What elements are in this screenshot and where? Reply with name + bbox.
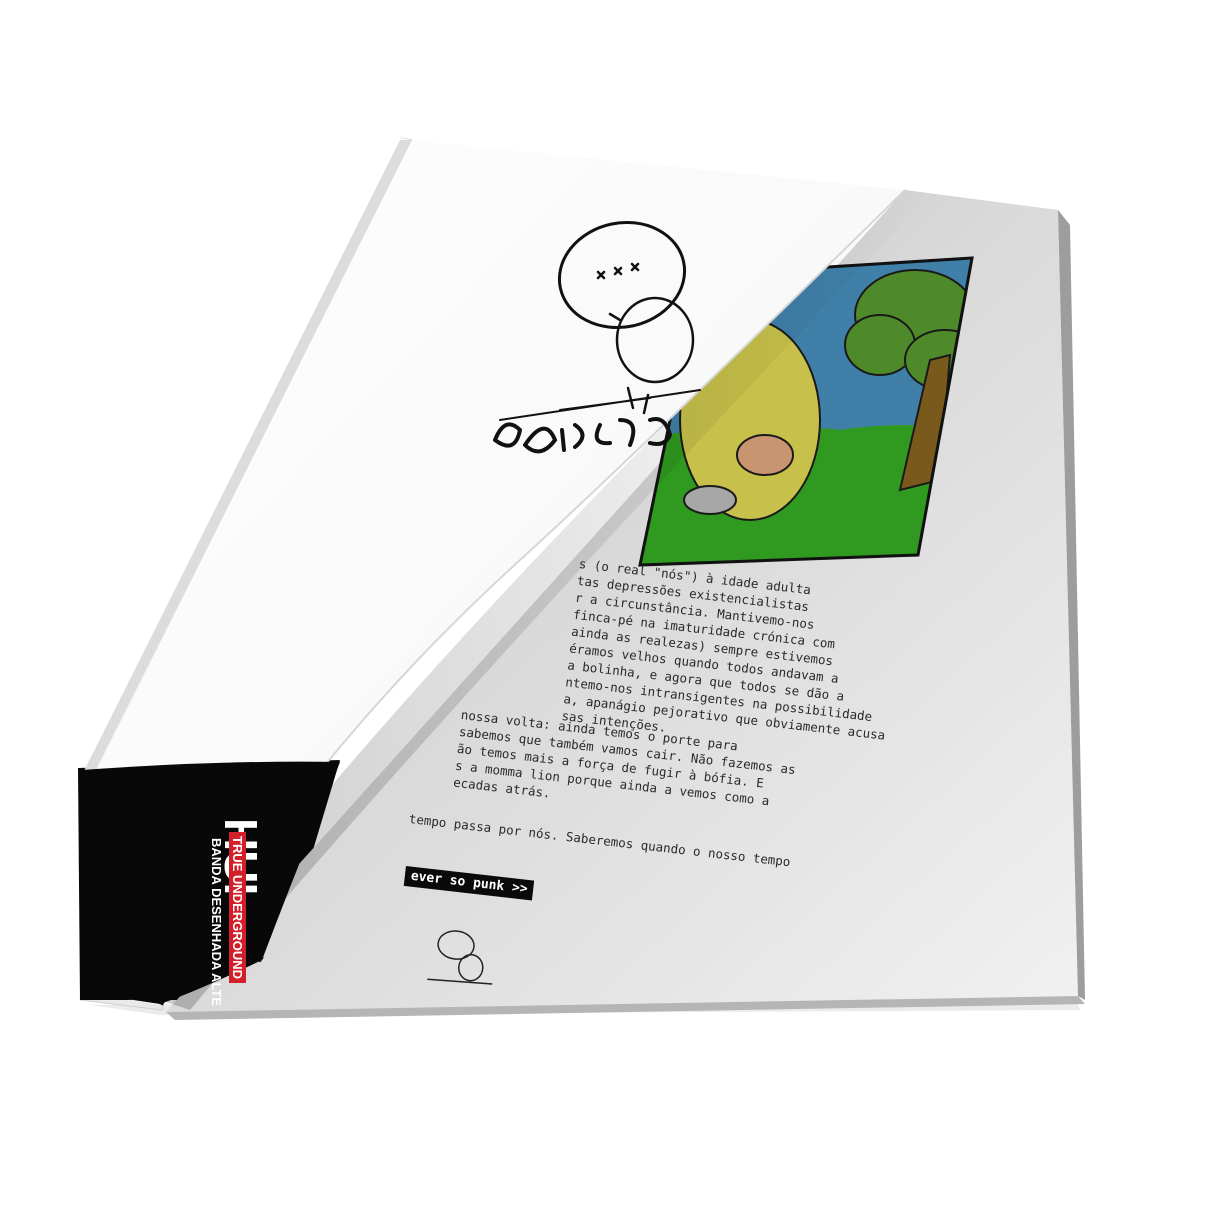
magazine-mockup <box>78 137 1085 1020</box>
